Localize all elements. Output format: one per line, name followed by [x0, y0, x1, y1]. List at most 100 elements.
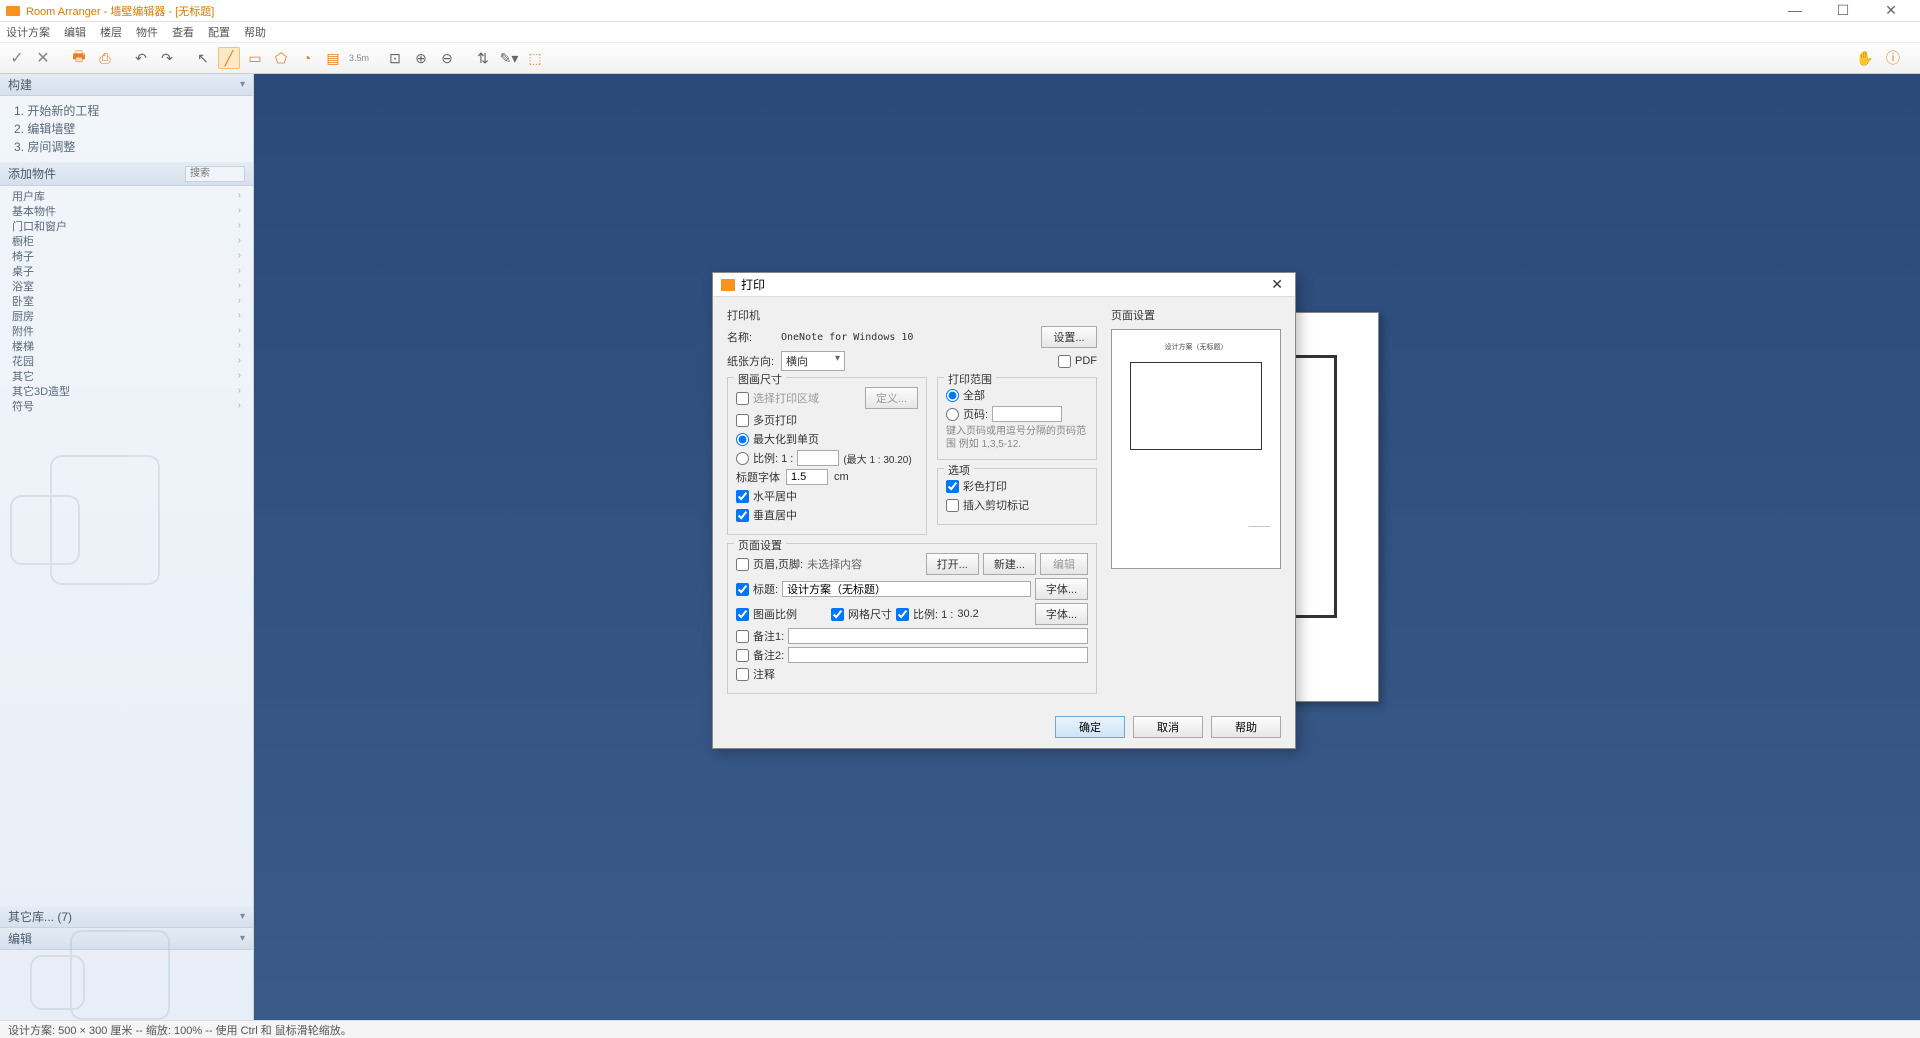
- menu-floor[interactable]: 楼层: [100, 24, 122, 40]
- other-lib-header[interactable]: 其它库... (7) ▾: [0, 906, 253, 928]
- cat-user-lib[interactable]: 用户库›: [0, 188, 253, 203]
- help-button[interactable]: 帮助: [1211, 716, 1281, 738]
- export-icon[interactable]: ⎙: [94, 47, 116, 69]
- page-num-input[interactable]: [992, 406, 1062, 422]
- cat-chairs[interactable]: 椅子›: [0, 248, 253, 263]
- scale2-checkbox[interactable]: [896, 608, 909, 621]
- cat-stairs[interactable]: 楼梯›: [0, 338, 253, 353]
- header-footer-checkbox[interactable]: [736, 558, 749, 571]
- name-label: 名称:: [727, 329, 775, 345]
- drawing-size-label: 图画尺寸: [734, 371, 786, 387]
- addobj-panel-header[interactable]: 添加物件: [0, 162, 253, 186]
- print-icon[interactable]: 🖶: [68, 47, 90, 69]
- arc-tool-icon[interactable]: ◔: [296, 47, 318, 69]
- cancel-icon[interactable]: ✕: [32, 47, 54, 69]
- page-num-radio[interactable]: [946, 408, 959, 421]
- pdf-checkbox[interactable]: [1058, 355, 1071, 368]
- open-button[interactable]: 打开...: [926, 553, 979, 575]
- cat-other[interactable]: 其它›: [0, 368, 253, 383]
- scale-input[interactable]: [797, 450, 839, 466]
- dialog-close-button[interactable]: ✕: [1267, 276, 1287, 293]
- hcenter-checkbox[interactable]: [736, 490, 749, 503]
- rect-tool-icon[interactable]: ▭: [244, 47, 266, 69]
- font-button-1[interactable]: 字体...: [1035, 578, 1088, 600]
- canvas[interactable]: 打印 ✕ 打印机 名称: OneNote for Windows 10 设置..…: [254, 74, 1920, 1020]
- printer-settings-button[interactable]: 设置...: [1041, 326, 1097, 348]
- menu-help[interactable]: 帮助: [244, 24, 266, 40]
- other-lib-label: 其它库... (7): [8, 908, 72, 925]
- wall-tool-icon[interactable]: ╱: [218, 47, 240, 69]
- status-bar: 设计方案: 500 × 300 厘米 -- 缩放: 100% -- 使用 Ctr…: [0, 1020, 1920, 1038]
- annotation-checkbox[interactable]: [736, 668, 749, 681]
- close-button[interactable]: ✕: [1876, 2, 1906, 19]
- cat-tables[interactable]: 桌子›: [0, 263, 253, 278]
- stairs-tool-icon[interactable]: ▤: [322, 47, 344, 69]
- hand-icon[interactable]: ✋: [1854, 47, 1876, 69]
- ok-button[interactable]: 确定: [1055, 716, 1125, 738]
- tool-3d-icon[interactable]: ⬚: [524, 47, 546, 69]
- note2-checkbox[interactable]: [736, 649, 749, 662]
- crop-marks-checkbox[interactable]: [946, 499, 959, 512]
- build-step-1[interactable]: 1. 开始新的工程: [14, 102, 239, 120]
- title-checkbox[interactable]: [736, 583, 749, 596]
- edit-header-label: 编辑: [8, 930, 32, 947]
- cat-symbols[interactable]: 符号›: [0, 398, 253, 413]
- cat-3d[interactable]: 其它3D造型›: [0, 383, 253, 398]
- edit-button[interactable]: 编辑: [1040, 553, 1088, 575]
- info-icon[interactable]: ⓘ: [1882, 47, 1904, 69]
- zoom-in-icon[interactable]: ⊕: [410, 47, 432, 69]
- printer-name: OneNote for Windows 10: [781, 332, 913, 343]
- vcenter-checkbox[interactable]: [736, 509, 749, 522]
- maximize-radio[interactable]: [736, 433, 749, 446]
- cat-doors[interactable]: 门口和窗户›: [0, 218, 253, 233]
- cat-cabinets[interactable]: 橱柜›: [0, 233, 253, 248]
- cat-basic[interactable]: 基本物件›: [0, 203, 253, 218]
- search-input[interactable]: [185, 166, 245, 182]
- zoom-out-icon[interactable]: ⊖: [436, 47, 458, 69]
- build-panel-header[interactable]: 构建 ▾: [0, 74, 253, 96]
- define-button[interactable]: 定义...: [865, 387, 918, 409]
- title-font-input[interactable]: [786, 469, 828, 485]
- maximize-button[interactable]: ☐: [1828, 2, 1858, 19]
- menu-edit[interactable]: 编辑: [64, 24, 86, 40]
- build-header-label: 构建: [8, 76, 32, 93]
- note2-input[interactable]: [788, 647, 1088, 663]
- scale-radio[interactable]: [736, 452, 749, 465]
- drawing-scale-checkbox[interactable]: [736, 608, 749, 621]
- menu-config[interactable]: 配置: [208, 24, 230, 40]
- new-button[interactable]: 新建...: [983, 553, 1036, 575]
- confirm-icon[interactable]: ✓: [6, 47, 28, 69]
- cat-bedroom[interactable]: 卧室›: [0, 293, 253, 308]
- tool-a-icon[interactable]: ⇅: [472, 47, 494, 69]
- poly-tool-icon[interactable]: ⬠: [270, 47, 292, 69]
- build-step-3[interactable]: 3. 房间调整: [14, 138, 239, 156]
- minimize-button[interactable]: —: [1780, 2, 1810, 19]
- font-button-2[interactable]: 字体...: [1035, 603, 1088, 625]
- cancel-button[interactable]: 取消: [1133, 716, 1203, 738]
- color-print-checkbox[interactable]: [946, 480, 959, 493]
- multipage-checkbox[interactable]: [736, 414, 749, 427]
- title-input[interactable]: [782, 581, 1031, 597]
- menu-object[interactable]: 物件: [136, 24, 158, 40]
- menu-view[interactable]: 查看: [172, 24, 194, 40]
- grid-size-checkbox[interactable]: [831, 608, 844, 621]
- redo-icon[interactable]: ↷: [156, 47, 178, 69]
- cat-bathroom[interactable]: 浴室›: [0, 278, 253, 293]
- undo-icon[interactable]: ↶: [130, 47, 152, 69]
- menu-bar: 设计方案 编辑 楼层 物件 查看 配置 帮助: [0, 22, 1920, 42]
- note1-checkbox[interactable]: [736, 630, 749, 643]
- all-pages-radio[interactable]: [946, 389, 959, 402]
- menu-design[interactable]: 设计方案: [6, 24, 50, 40]
- orientation-select[interactable]: 横向: [781, 351, 845, 371]
- window-title: Room Arranger - 墙壁编辑器 - [无标题]: [26, 3, 214, 19]
- build-step-2[interactable]: 2. 编辑墙壁: [14, 120, 239, 138]
- select-area-checkbox[interactable]: [736, 392, 749, 405]
- zoom-fit-icon[interactable]: ⊡: [384, 47, 406, 69]
- note1-input[interactable]: [788, 628, 1088, 644]
- cat-kitchen[interactable]: 厨房›: [0, 308, 253, 323]
- cat-garden[interactable]: 花园›: [0, 353, 253, 368]
- tool-b-icon[interactable]: ✎▾: [498, 47, 520, 69]
- measure-icon[interactable]: 3.5m: [348, 47, 370, 69]
- cat-accessories[interactable]: 附件›: [0, 323, 253, 338]
- cursor-icon[interactable]: ↖: [192, 47, 214, 69]
